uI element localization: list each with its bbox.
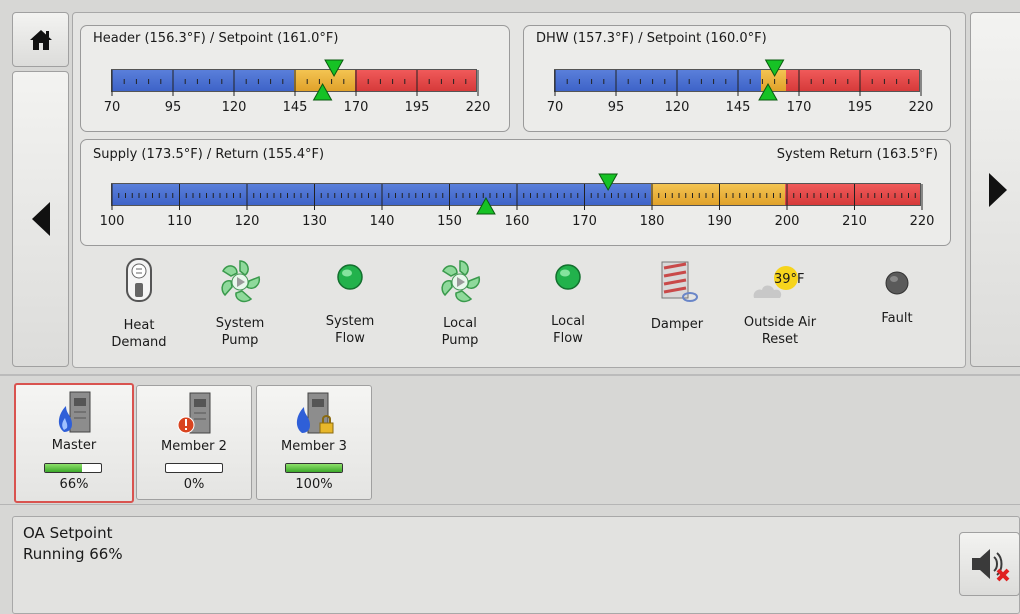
status-line-2: Running 66% [23, 545, 123, 563]
tick-label: 145 [282, 100, 308, 115]
module-master[interactable]: Master 66% [14, 383, 134, 503]
status-label: Heat Demand [111, 318, 167, 350]
tick-label: 170 [572, 214, 597, 229]
actual-marker [476, 196, 496, 215]
heat-demand-switch-icon [126, 258, 152, 302]
home-button[interactable] [12, 12, 69, 67]
tick-label: 180 [639, 214, 665, 229]
tick-label: 210 [842, 214, 867, 229]
tick-label: 70 [103, 100, 121, 115]
pump-icon [441, 260, 481, 303]
tick-label: 220 [465, 100, 491, 115]
tick-label: 200 [774, 214, 800, 229]
green-led-icon [555, 264, 581, 290]
status-local-pump: Local Pump [412, 257, 508, 349]
boiler-flame-icon [58, 391, 91, 433]
green-led-icon [337, 264, 363, 290]
module-member-2[interactable]: Member 2 0% [136, 385, 252, 500]
status-system-flow: System Flow [305, 263, 395, 347]
tick-label: 170 [343, 100, 369, 115]
tick-label: 190 [707, 214, 732, 229]
status-damper: Damper [632, 258, 722, 333]
tick-label: 95 [164, 100, 182, 115]
setpoint-marker [598, 173, 618, 192]
tick-label: 195 [847, 100, 873, 115]
mute-button[interactable] [959, 532, 1020, 596]
status-label: Local Pump [441, 316, 479, 348]
status-label: System Pump [215, 316, 265, 348]
tick-label: 195 [404, 100, 430, 115]
tick-label: 220 [908, 100, 934, 115]
module-progress [165, 463, 223, 473]
module-name: Member 3 [281, 439, 347, 454]
tick-label: 100 [99, 214, 125, 229]
tick-label: 140 [369, 214, 395, 229]
setpoint-marker [324, 59, 344, 78]
tick-label: 130 [302, 214, 327, 229]
status-label: Local Flow [551, 314, 585, 346]
status-local-flow: Local Flow [523, 263, 613, 347]
home-icon [29, 29, 52, 50]
damper-icon [661, 261, 698, 302]
arrow-right-icon [989, 172, 1007, 207]
tick-label: 110 [167, 214, 192, 229]
setpoint-marker [764, 59, 785, 78]
tick-label: 145 [725, 100, 751, 115]
module-progress [285, 463, 343, 473]
tick-label: 120 [221, 100, 247, 115]
boiler-locked-icon [296, 392, 334, 434]
next-page-button[interactable] [970, 12, 1020, 367]
module-name: Member 2 [161, 439, 227, 454]
status-outside-air-reset: 39°F Outside Air Reset [730, 264, 830, 348]
header-gauge-markers [111, 59, 479, 101]
module-percent: 66% [59, 477, 89, 492]
actual-marker [758, 82, 778, 101]
tick-label: 70 [546, 100, 564, 115]
header-gauge: Header (156.3°F) / Setpoint (161.0°F) 70… [80, 25, 510, 132]
status-label: Outside Air Reset [743, 315, 817, 347]
actual-marker [312, 82, 333, 101]
outside-air-temp: 39°F [774, 272, 805, 287]
tick-label: 170 [786, 100, 812, 115]
tick-label: 160 [504, 214, 530, 229]
pump-icon [221, 260, 261, 303]
module-member-3[interactable]: Member 3 100% [256, 385, 372, 500]
status-heat-demand: Heat Demand [86, 257, 192, 351]
dhw-gauge-markers [554, 59, 922, 101]
supply-return-gauge-markers [111, 173, 923, 215]
module-percent: 0% [183, 477, 205, 492]
tick-label: 120 [664, 100, 690, 115]
tick-label: 95 [607, 100, 625, 115]
dhw-gauge: DHW (157.3°F) / Setpoint (160.0°F) 70 95 1… [523, 25, 951, 132]
module-name: Master [51, 438, 97, 453]
status-fault: Fault [852, 270, 942, 327]
module-percent: 100% [295, 477, 333, 492]
supply-return-gauge: Supply (173.5°F) / Return (155.4°F) Syst… [80, 139, 951, 246]
previous-page-button[interactable] [12, 71, 69, 367]
status-label: Damper [650, 317, 704, 332]
module-progress [44, 463, 102, 473]
status-system-pump: System Pump [192, 257, 288, 349]
status-panel: OA Setpoint Running 66% [12, 516, 1020, 614]
tick-label: 120 [234, 214, 260, 229]
speaker-mute-icon [971, 549, 1009, 582]
status-label: System Flow [325, 314, 375, 346]
tick-label: 150 [437, 214, 462, 229]
boiler-fault-icon [177, 392, 211, 434]
status-line-1: OA Setpoint [23, 524, 113, 542]
status-label: Fault [881, 311, 913, 326]
gray-led-icon [885, 271, 909, 295]
tick-label: 220 [909, 214, 935, 229]
module-bottom-divider [0, 504, 1020, 505]
arrow-left-icon [31, 202, 50, 236]
module-strip [0, 374, 1020, 376]
